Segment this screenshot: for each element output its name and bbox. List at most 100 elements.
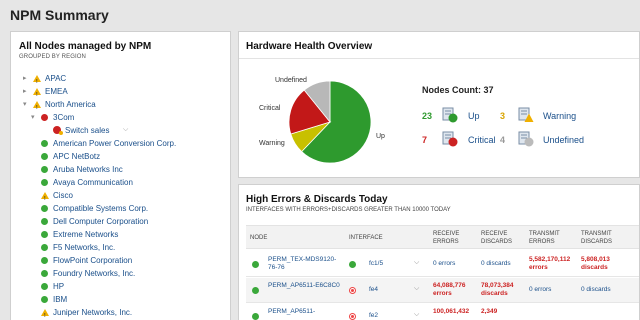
server-undefined-icon [518, 131, 534, 147]
chevron-down-icon[interactable]: ⌵ [414, 285, 419, 293]
tree-item-label[interactable]: Extreme Networks [53, 228, 118, 241]
transmit-discards-value[interactable]: 0 discards [581, 286, 631, 294]
pie-label-critical: Critical [259, 105, 281, 112]
interface-link[interactable]: fe4 [369, 286, 409, 294]
tree-item[interactable]: APC NetBotz [11, 150, 230, 163]
node-link[interactable]: PERM_AP6511- [268, 308, 340, 316]
col-node[interactable]: NODE [250, 234, 267, 242]
tree-item-label[interactable]: F5 Networks, Inc. [53, 241, 115, 254]
interface-link[interactable]: fc1/5 [369, 260, 409, 268]
tree-item-label[interactable]: North America [45, 98, 96, 111]
tree-item[interactable]: Foundry Networks, Inc. [11, 267, 230, 280]
tree-item[interactable]: Extreme Networks [11, 228, 230, 241]
tree-item-label[interactable]: Dell Computer Corporation [53, 215, 148, 228]
health-pie-chart[interactable] [287, 79, 373, 165]
interface-status-icon [349, 261, 356, 268]
chevron-down-icon[interactable]: ⌵ [123, 123, 128, 136]
receive-errors-value[interactable]: 64,088,776 errors [433, 282, 477, 298]
tree-item[interactable]: American Power Conversion Corp. [11, 137, 230, 150]
col-transmit-errors[interactable]: TRANSMIT ERRORS [529, 230, 569, 246]
tree-item-label[interactable]: FlowPoint Corporation [53, 254, 132, 267]
tree-item[interactable]: Dell Computer Corporation [11, 215, 230, 228]
tree-item[interactable]: ▾ 3Com [11, 111, 230, 124]
status-up-icon [41, 179, 48, 186]
table-row[interactable]: PERM_AP6511- fe2 ⌵ 100,061,432 2,349 [246, 304, 639, 320]
tree-item[interactable]: HP [11, 280, 230, 293]
chevron-down-icon[interactable]: ⌵ [414, 311, 419, 319]
tree-item[interactable]: ▸ EMEA [11, 85, 230, 102]
tree-item-label[interactable]: Juniper Networks, Inc. [53, 306, 132, 319]
tree-item[interactable]: Switch sales ⌵ [11, 124, 230, 137]
count-warning-link[interactable]: Warning [543, 111, 576, 121]
tree-item[interactable]: Juniper Networks, Inc. [11, 306, 230, 320]
interface-link[interactable]: fe2 [369, 312, 409, 320]
col-receive-discards[interactable]: RECEIVE DISCARDS [481, 230, 529, 246]
pie-label-warning: Warning [259, 140, 285, 147]
node-tree: ▸ APAC ▸ EMEA ▾ North America ▾ 3ComSwitch sale… [11, 72, 230, 320]
tree-item[interactable]: Aruba Networks Inc [11, 163, 230, 176]
status-up-icon [41, 244, 48, 251]
page-title: NPM Summary [10, 7, 109, 23]
status-up-icon [41, 270, 48, 277]
receive-errors-value[interactable]: 100,061,432 [433, 308, 477, 316]
node-link[interactable]: PERM_AP6511-E6C8C0 [268, 282, 340, 290]
status-warning-icon [41, 192, 49, 206]
node-link[interactable]: PERM_TEX-MDS9120-76-76 [268, 256, 340, 272]
caret-down-icon[interactable]: ▾ [23, 98, 27, 111]
tree-item[interactable]: FlowPoint Corporation [11, 254, 230, 267]
interface-status-icon [349, 313, 356, 320]
status-down-partial-icon [53, 126, 63, 135]
status-up-icon [41, 231, 48, 238]
receive-discards-value[interactable]: 78,073,384 discards [481, 282, 529, 298]
chevron-down-icon[interactable]: ⌵ [414, 259, 419, 267]
receive-errors-value[interactable]: 0 errors [433, 260, 477, 268]
transmit-discards-value[interactable]: 5,808,013 discards [581, 256, 631, 272]
tree-item-label[interactable]: APAC [45, 72, 66, 85]
tree-item-label[interactable]: American Power Conversion Corp. [53, 137, 176, 150]
tree-item-label[interactable]: 3Com [53, 111, 74, 124]
tree-item-label[interactable]: Aruba Networks Inc [53, 163, 123, 176]
caret-right-icon[interactable]: ▸ [23, 85, 27, 98]
count-up-link[interactable]: Up [468, 111, 480, 121]
count-warning-number: 3 [500, 111, 506, 121]
tree-item[interactable]: Cisco [11, 189, 230, 206]
status-up-icon [41, 166, 48, 173]
status-up-icon [41, 153, 48, 160]
transmit-errors-value[interactable]: 0 errors [529, 286, 581, 294]
tree-item-label[interactable]: Avaya Communication [53, 176, 133, 189]
status-warning-icon [41, 309, 49, 320]
col-interface[interactable]: INTERFACE [349, 234, 383, 242]
transmit-errors-value[interactable]: 5,582,170,112 errors [529, 256, 581, 272]
tree-item[interactable]: IBM [11, 293, 230, 306]
tree-item-label[interactable]: Foundry Networks, Inc. [53, 267, 135, 280]
tree-item-label[interactable]: EMEA [45, 85, 68, 98]
status-down-icon [41, 114, 48, 121]
col-transmit-discards[interactable]: TRANSMIT DISCARDS [581, 230, 629, 246]
tree-item[interactable]: ▾ North America [11, 98, 230, 115]
tree-item-label[interactable]: APC NetBotz [53, 150, 100, 163]
col-receive-errors[interactable]: RECEIVE ERRORS [433, 230, 473, 246]
table-row[interactable]: PERM_TEX-MDS9120-76-76 fc1/5 ⌵ 0 errors 0 di… [246, 252, 639, 277]
tree-item-label[interactable]: HP [53, 280, 64, 293]
caret-right-icon[interactable]: ▸ [23, 72, 27, 85]
tree-item-label[interactable]: Compatible Systems Corp. [53, 202, 148, 215]
table-row[interactable]: PERM_AP6511-E6C8C0 fe4 ⌵ 64,088,776 errors 7… [246, 278, 639, 303]
server-up-icon [442, 107, 458, 123]
err-panel-subtitle: INTERFACES WITH ERRORS+DISCARDS GREATER … [246, 207, 451, 213]
tree-item[interactable]: ▸ APAC [11, 72, 230, 89]
status-up-icon [41, 140, 48, 147]
nodes-panel-subtitle: GROUPED BY REGION [19, 54, 86, 60]
count-undefined-link[interactable]: Undefined [543, 135, 584, 145]
receive-discards-value[interactable]: 2,349 [481, 308, 529, 316]
caret-down-icon[interactable]: ▾ [31, 111, 35, 124]
tree-item[interactable]: Compatible Systems Corp. [11, 202, 230, 215]
tree-item-label[interactable]: IBM [53, 293, 67, 306]
tree-item[interactable]: F5 Networks, Inc. [11, 241, 230, 254]
tree-item-label[interactable]: Switch sales [65, 124, 109, 137]
hardware-health-panel: Hardware Health Overview Undefined Criti… [238, 31, 640, 178]
count-critical-link[interactable]: Critical [468, 135, 496, 145]
receive-discards-value[interactable]: 0 discards [481, 260, 529, 268]
hw-panel-title: Hardware Health Overview [246, 41, 373, 52]
tree-item-label[interactable]: Cisco [53, 189, 73, 202]
tree-item[interactable]: Avaya Communication [11, 176, 230, 189]
